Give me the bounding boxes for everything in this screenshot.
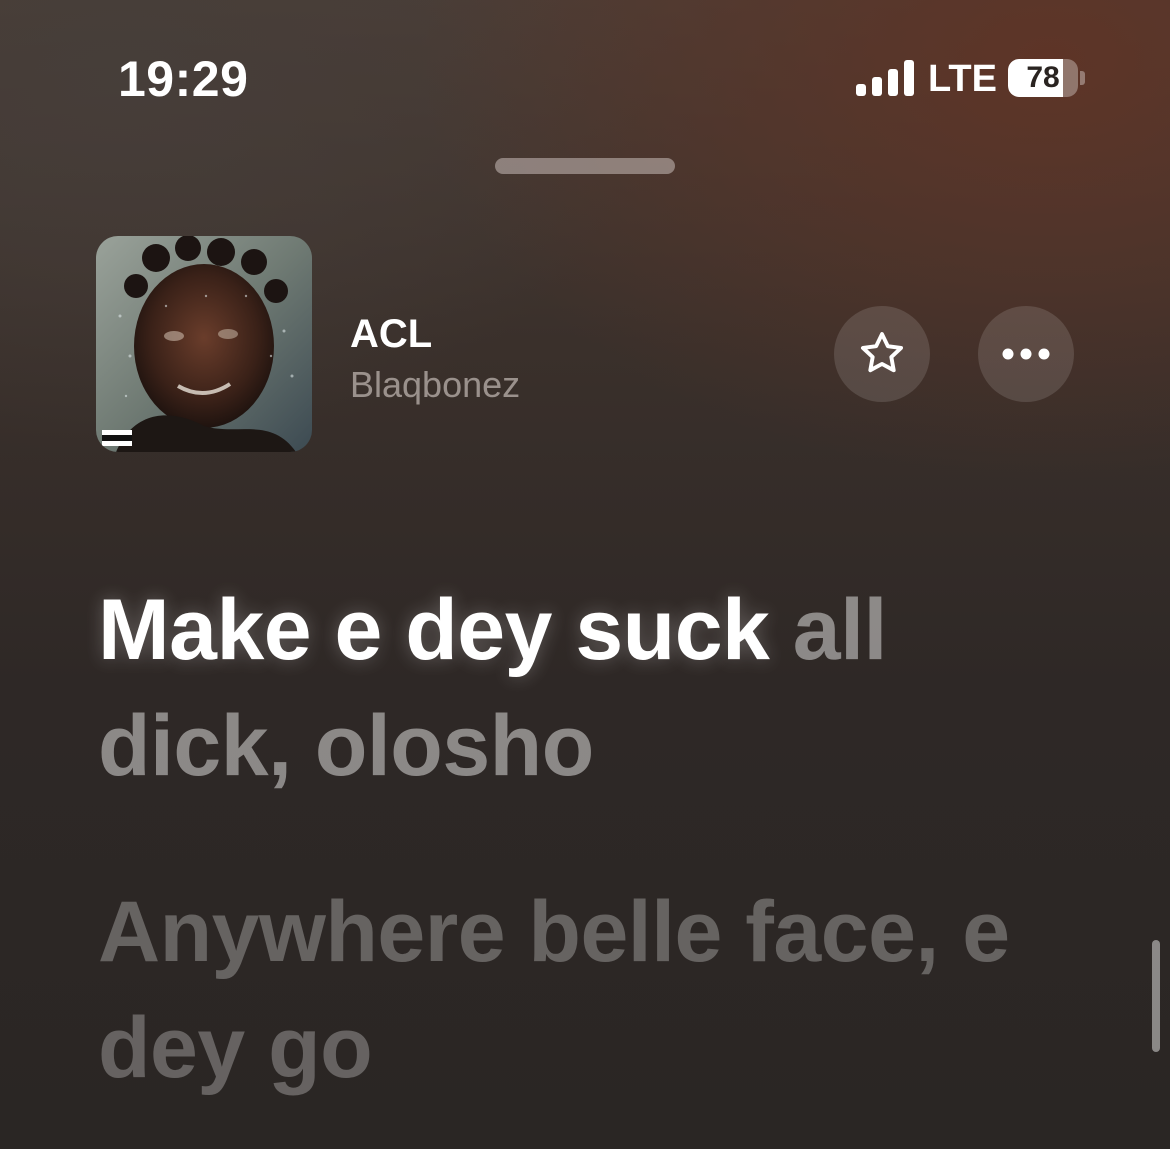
ellipsis-icon (1002, 348, 1050, 360)
song-title[interactable]: ACL (350, 312, 432, 357)
network-type: LTE (928, 58, 997, 100)
star-icon (860, 332, 904, 373)
current-lyric-line[interactable]: Make e dey suck all dick, olosho (98, 572, 1098, 804)
favorite-button[interactable] (834, 306, 930, 402)
album-artwork[interactable] (96, 236, 312, 452)
sheet-grabber[interactable] (495, 158, 675, 174)
song-artist[interactable]: Blaqbonez (350, 364, 520, 406)
lyrics-view[interactable]: Make e dey suck all dick, olosho Anywher… (98, 572, 1098, 1106)
signal-strength-icon (856, 58, 914, 96)
more-options-button[interactable] (978, 306, 1074, 402)
battery-percent: 78 (1026, 61, 1060, 94)
next-lyric-line[interactable]: Anywhere belle face, e dey go (98, 874, 1098, 1106)
battery-icon: 78 (1008, 59, 1085, 97)
scroll-indicator[interactable] (1152, 940, 1160, 1052)
album-artwork-image (96, 236, 312, 452)
status-time: 19:29 (118, 51, 249, 107)
sung-lyric-text: Make e dey suck (98, 582, 770, 678)
